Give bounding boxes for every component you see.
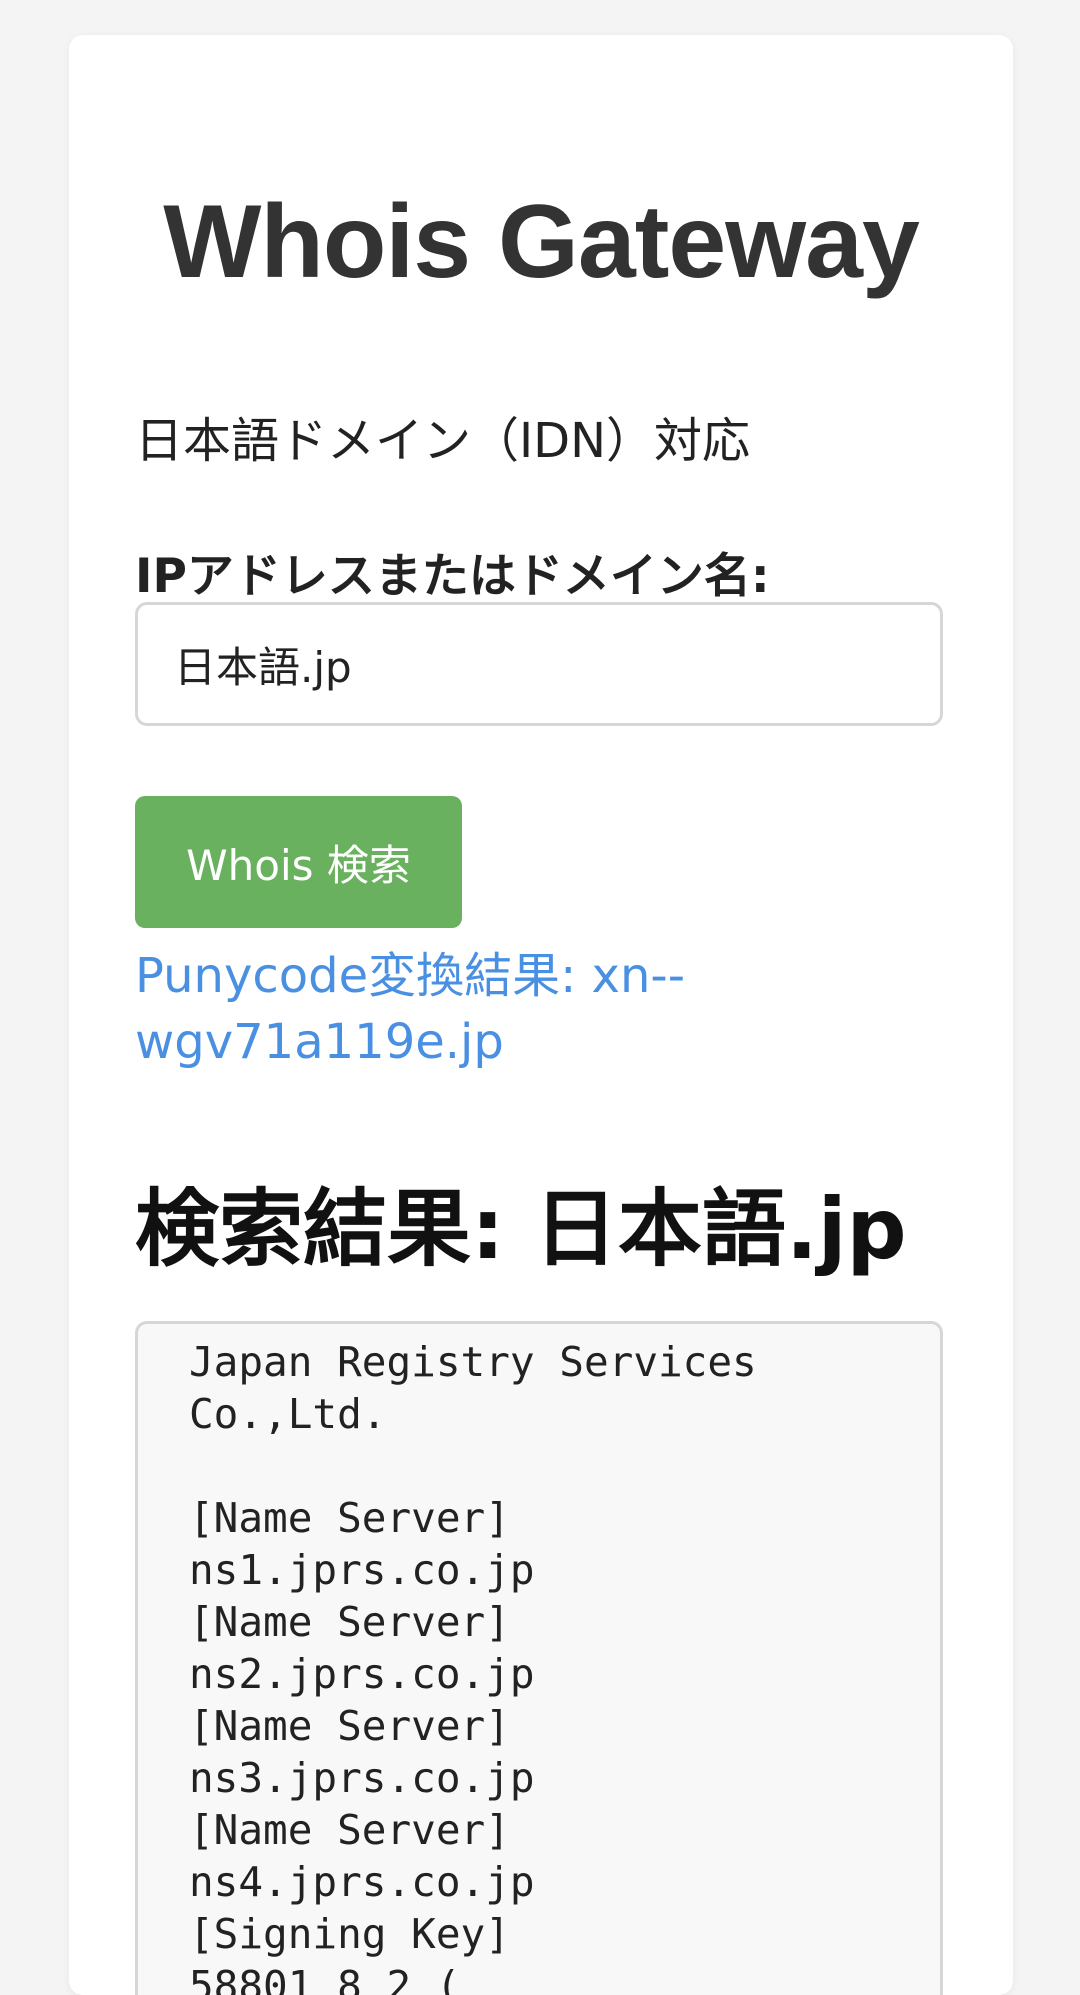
- whois-line: Japan Registry Services: [189, 1338, 757, 1386]
- whois-line: [Name Server]: [189, 1806, 510, 1854]
- page-title: Whois Gateway: [163, 184, 920, 300]
- punycode-result: Punycode変換結果: xn--wgv71a119e.jp: [135, 948, 686, 1070]
- idn-support-subtitle: 日本語ドメイン（IDN）対応: [135, 413, 751, 469]
- main-card: Whois Gateway 日本語ドメイン（IDN）対応 IPアドレスまたはドメ…: [69, 35, 1013, 1995]
- whois-line: ns2.jprs.co.jp: [189, 1650, 535, 1698]
- whois-line: ns1.jprs.co.jp: [189, 1546, 535, 1594]
- whois-line: [Name Server]: [189, 1702, 510, 1750]
- whois-output-text: Japan Registry Services Co.,Ltd. [Name S…: [189, 1324, 757, 1995]
- whois-line: [Name Server]: [189, 1494, 510, 1542]
- whois-output-box[interactable]: Japan Registry Services Co.,Ltd. [Name S…: [135, 1321, 943, 1995]
- results-heading: 検索結果: 日本語.jp: [135, 1180, 907, 1278]
- whois-line: ns3.jprs.co.jp: [189, 1754, 535, 1802]
- whois-line: ns4.jprs.co.jp: [189, 1858, 535, 1906]
- whois-line: Co.,Ltd.: [189, 1390, 387, 1438]
- whois-line: 58801 8 2 (: [189, 1962, 461, 1995]
- whois-search-button[interactable]: Whois 検索: [135, 796, 462, 928]
- whois-line: [Signing Key]: [189, 1910, 510, 1958]
- domain-input[interactable]: [135, 602, 943, 726]
- domain-field-label: IPアドレスまたはドメイン名:: [135, 549, 770, 604]
- whois-line: [Name Server]: [189, 1598, 510, 1646]
